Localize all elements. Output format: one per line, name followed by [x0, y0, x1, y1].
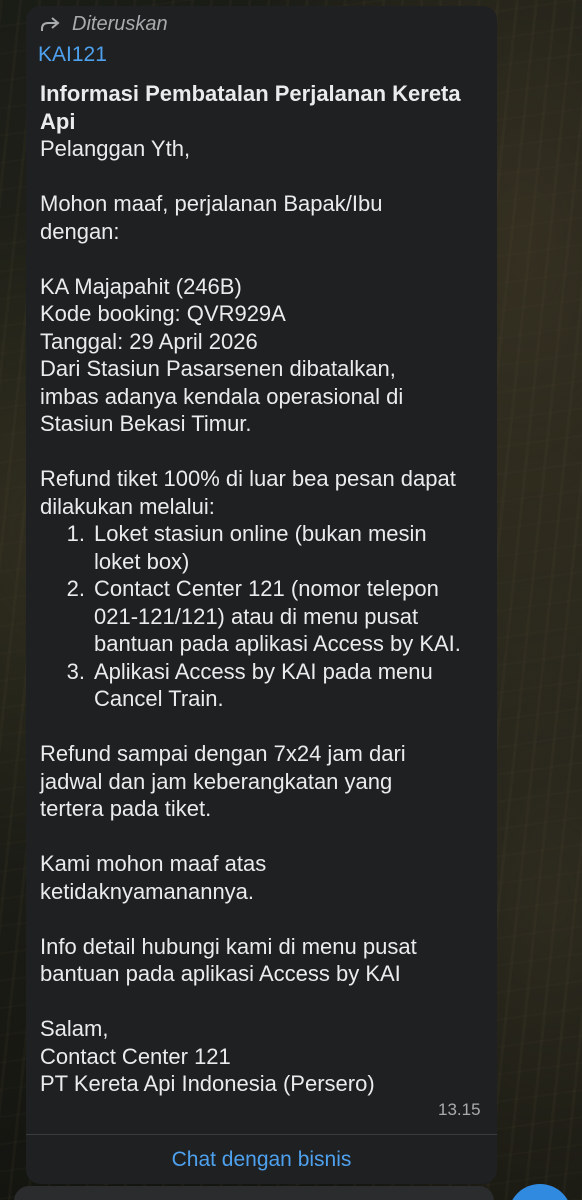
list-line: loket box) — [94, 548, 190, 574]
list-item: 3. Aplikasi Access by KAI pada menu Canc… — [40, 658, 490, 713]
list-text: Aplikasi Access by KAI pada menu Cancel … — [85, 658, 490, 713]
signature-line: Contact Center 121 — [40, 1043, 231, 1069]
chat-with-business-button[interactable]: Chat dengan bisnis — [26, 1140, 497, 1180]
sender-name[interactable]: KAI121 — [38, 43, 107, 67]
list-item: 1. Loket stasiun online (bukan mesin lok… — [40, 520, 490, 575]
message-title-line: Informasi Pembatalan Perjalanan Kereta — [40, 81, 461, 106]
info-line: bantuan pada aplikasi Access by KAI — [40, 961, 401, 986]
info-line: Info detail hubungi kami di menu pusat — [40, 933, 417, 959]
refund-line: dilakukan melalui: — [40, 493, 215, 519]
forwarded-label: Diteruskan — [72, 12, 168, 35]
message-input-bar[interactable] — [14, 1186, 494, 1200]
reason-line: Stasiun Bekasi Timur. — [40, 411, 252, 436]
sorry-line: Kami mohon maaf atas — [40, 851, 267, 876]
sorry-line: ketidaknyamanannya. — [40, 878, 255, 904]
greeting: Pelanggan Yth, — [40, 136, 191, 161]
list-line: bantuan pada aplikasi Access by KAI. — [94, 631, 461, 656]
refund-method-list: 1. Loket stasiun online (bukan mesin lok… — [40, 520, 490, 713]
list-line: Contact Center 121 (nomor telepon — [94, 576, 439, 601]
list-item: 2. Contact Center 121 (nomor telepon 021… — [40, 575, 490, 658]
list-line: Aplikasi Access by KAI pada menu — [94, 658, 433, 684]
list-number: 3. — [66, 658, 85, 684]
booking-code: Kode booking: QVR929A — [40, 301, 286, 326]
signature-line: PT Kereta Api Indonesia (Persero) — [40, 1071, 375, 1096]
apology-line: dengan: — [40, 218, 120, 244]
train-name: KA Majapahit (246B) — [40, 273, 242, 299]
list-number: 1. — [66, 521, 85, 546]
deadline-line: jadwal dan jam keberangkatan yang — [40, 768, 393, 794]
reason-line: imbas adanya kendala operasional di — [40, 383, 404, 409]
travel-date: Tanggal: 29 April 2026 — [40, 328, 258, 354]
divider — [26, 1134, 497, 1135]
list-number: 2. — [66, 576, 85, 601]
deadline-line: tertera pada tiket. — [40, 796, 212, 821]
forward-icon — [41, 17, 60, 31]
list-line: Loket stasiun online (bukan mesin — [94, 521, 427, 546]
message-timestamp: 13.15 — [438, 1100, 481, 1119]
list-line: Cancel Train. — [94, 686, 224, 711]
apology-line: Mohon maaf, perjalanan Bapak/Ibu — [40, 191, 383, 216]
refund-line: Refund tiket 100% di luar bea pesan dapa… — [40, 466, 456, 491]
list-text: Loket stasiun online (bukan mesin loket … — [85, 520, 490, 575]
list-text: Contact Center 121 (nomor telepon 021-12… — [85, 575, 490, 658]
forwarded-indicator: Diteruskan — [38, 10, 168, 38]
list-line: 021-121/121) atau di menu pusat — [94, 603, 419, 629]
deadline-line: Refund sampai dengan 7x24 jam dari — [40, 741, 406, 766]
closing: Salam, — [40, 1016, 109, 1041]
message-title-line: Api — [40, 108, 76, 134]
reason-line: Dari Stasiun Pasarsenen dibatalkan, — [40, 356, 396, 381]
message-text: Informasi Pembatalan Perjalanan Kereta A… — [40, 80, 490, 1098]
